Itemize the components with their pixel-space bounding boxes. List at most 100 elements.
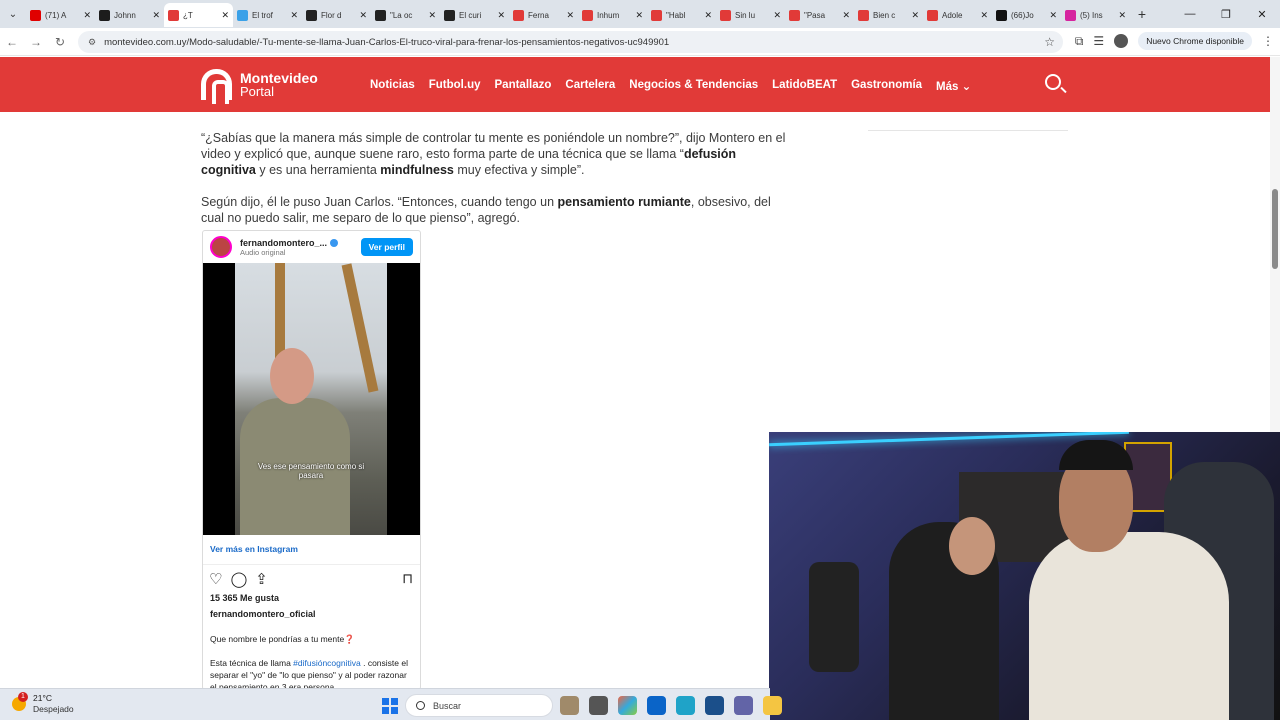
outlook-icon[interactable] — [647, 696, 666, 715]
main-menu: Noticias Futbol.uy Pantallazo Cartelera Nego… — [370, 79, 971, 93]
close-tab-icon[interactable]: ✕ — [152, 10, 160, 21]
browser-tab[interactable]: (5) Ins ✕ — [1061, 3, 1130, 27]
menu-item[interactable]: Negocios & Tendencias — [629, 79, 758, 93]
taskbar-search[interactable]: Buscar — [405, 694, 553, 717]
media-control-icon[interactable]: ☰ — [1093, 34, 1104, 48]
menu-item[interactable]: Cartelera — [565, 79, 615, 93]
browser-tab[interactable]: Sin lu ✕ — [716, 3, 785, 27]
verified-badge-icon — [330, 239, 339, 248]
montevideo-icon — [927, 9, 938, 21]
bookmark-star-icon[interactable]: ☆ — [1044, 35, 1055, 49]
see-more-instagram-link[interactable]: Ver más en Instagram — [210, 544, 298, 554]
close-tab-icon[interactable]: ✕ — [1049, 10, 1057, 21]
browser-tab[interactable]: Inhum ✕ — [578, 3, 647, 27]
tab-search-chevron-icon[interactable]: ⌄ — [0, 0, 26, 28]
tab-title: Inhum — [597, 10, 620, 20]
browser-tab[interactable]: "Pasa ✕ — [785, 3, 854, 27]
close-tab-icon[interactable]: ✕ — [428, 10, 436, 21]
site-header: Montevideo Portal Noticias Futbol.uy Panta… — [0, 57, 1270, 112]
close-tab-icon[interactable]: ✕ — [83, 10, 91, 21]
tab-title: Bien c — [873, 10, 896, 20]
video-frame: Ves ese pensamiento como si pasara — [235, 263, 387, 535]
close-tab-icon[interactable]: ✕ — [566, 10, 574, 21]
more-menu-icon[interactable]: ⋮ — [1262, 34, 1274, 48]
store-icon[interactable] — [705, 696, 724, 715]
ig-owner[interactable]: fernandomontero_oficial — [210, 609, 316, 619]
menu-item[interactable]: Futbol.uy — [429, 79, 481, 93]
close-tab-icon[interactable]: ✕ — [980, 10, 988, 21]
copilot-icon[interactable] — [618, 696, 637, 715]
menu-item[interactable]: Más ⌄ — [936, 79, 971, 93]
tab-title: Sin lu — [735, 10, 756, 20]
explorer-icon[interactable] — [763, 696, 782, 715]
ig-audio-label[interactable]: Audio original — [240, 248, 338, 257]
forward-icon[interactable]: → — [24, 35, 48, 49]
new-tab-button[interactable]: + — [1130, 6, 1154, 22]
scrollbar-thumb[interactable] — [1272, 189, 1278, 269]
tab-title: "Pasa — [804, 10, 826, 20]
menu-item[interactable]: Noticias — [370, 79, 415, 93]
share-icon[interactable]: ⇪ — [255, 570, 268, 588]
article-paragraph: Según dijo, él le puso Juan Carlos. “Ent… — [201, 195, 771, 225]
back-icon[interactable]: ← — [0, 35, 24, 49]
tab-title: ¿T — [183, 10, 193, 20]
site-info-icon[interactable]: ⚙ — [88, 37, 96, 48]
menu-item[interactable]: Gastronomía — [851, 79, 922, 93]
close-tab-icon[interactable]: ✕ — [359, 10, 367, 21]
browser-tab[interactable]: (66)Jo ✕ — [992, 3, 1061, 27]
browser-tab[interactable]: "Habl ✕ — [647, 3, 716, 27]
montevideo-icon — [168, 9, 179, 21]
extensions-icon[interactable]: ⧉ — [1075, 34, 1084, 49]
browser-tab[interactable]: Adole ✕ — [923, 3, 992, 27]
task-view-icon[interactable] — [589, 696, 608, 715]
restore-icon[interactable]: ❐ — [1208, 0, 1244, 28]
close-window-icon[interactable]: ✕ — [1244, 0, 1280, 28]
heart-icon[interactable]: ♡ — [209, 570, 222, 588]
browser-tab[interactable]: Ferna ✕ — [509, 3, 578, 27]
weather-widget[interactable]: 1 21°C Despejado — [12, 692, 74, 715]
comment-icon[interactable]: ◯ — [230, 570, 247, 588]
tab-strip: ⌄ (71) A ✕ Johnn ✕ ¿T ✕ El trof ✕ Flor d ✕ "La oc ✕… — [0, 0, 1280, 28]
search-icon[interactable] — [1045, 74, 1061, 90]
browser-tab[interactable]: Johnn ✕ — [95, 3, 164, 27]
browser-tab[interactable]: El trof ✕ — [233, 3, 302, 27]
montevideo-icon — [789, 9, 800, 21]
close-tab-icon[interactable]: ✕ — [773, 10, 781, 21]
close-tab-icon[interactable]: ✕ — [1118, 10, 1126, 21]
menu-item[interactable]: Pantallazo — [495, 79, 552, 93]
hashtag-link[interactable]: #difusióncognitiva — [293, 658, 361, 668]
browser-tab[interactable]: Bien c ✕ — [854, 3, 923, 27]
taskbar-search-label: Buscar — [433, 700, 462, 711]
bookmark-icon[interactable]: ⊓ — [402, 570, 413, 587]
view-profile-button[interactable]: Ver perfil — [360, 238, 413, 256]
reload-icon[interactable]: ↻ — [48, 35, 72, 49]
close-tab-icon[interactable]: ✕ — [497, 10, 505, 21]
minimize-icon[interactable]: — — [1172, 0, 1208, 28]
close-tab-icon[interactable]: ✕ — [842, 10, 850, 21]
browser-tab[interactable]: El curi ✕ — [440, 3, 509, 27]
ig-avatar[interactable] — [210, 236, 232, 258]
url-field[interactable]: ⚙ montevideo.com.uy/Modo-saludable/-Tu-m… — [78, 31, 1063, 53]
chrome-update-button[interactable]: Nuevo Chrome disponible — [1138, 32, 1252, 50]
browser-tab[interactable]: "La oc ✕ — [371, 3, 440, 27]
ig-username[interactable]: fernandomontero_... — [240, 238, 327, 248]
browser-tab[interactable]: Flor d ✕ — [302, 3, 371, 27]
browser-tab[interactable]: ¿T ✕ — [164, 3, 233, 27]
close-tab-icon[interactable]: ✕ — [635, 10, 643, 21]
montevideo-icon — [651, 9, 662, 21]
close-tab-icon[interactable]: ✕ — [290, 10, 298, 21]
menu-item[interactable]: LatidoBEAT — [772, 79, 837, 93]
montevideo-icon — [720, 9, 731, 21]
taskbar: 1 21°C Despejado Buscar — [0, 688, 782, 720]
browser-tab[interactable]: (71) A ✕ — [26, 3, 95, 27]
close-tab-icon[interactable]: ✕ — [911, 10, 919, 21]
windows-start-icon[interactable] — [382, 698, 398, 714]
edge-icon[interactable] — [676, 696, 695, 715]
ig-video[interactable]: Ves ese pensamiento como si pasara — [203, 263, 420, 535]
profile-avatar[interactable] — [1114, 34, 1129, 48]
widget-icon[interactable] — [560, 696, 579, 715]
site-logo[interactable]: Montevideo Portal — [201, 69, 318, 104]
close-tab-icon[interactable]: ✕ — [221, 10, 229, 21]
close-tab-icon[interactable]: ✕ — [704, 10, 712, 21]
teams-icon[interactable] — [734, 696, 753, 715]
